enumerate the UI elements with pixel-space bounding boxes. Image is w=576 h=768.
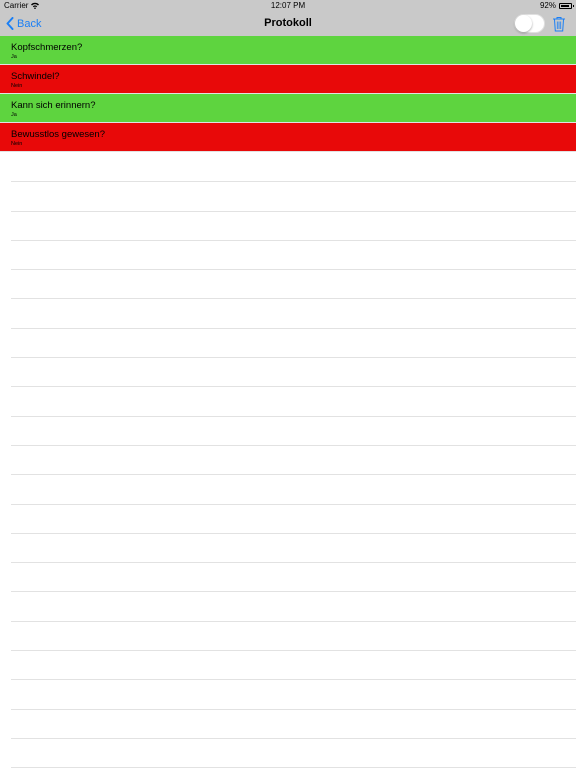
question-label: Kann sich erinnern? (11, 100, 96, 111)
battery-status: 92% (539, 1, 574, 10)
trash-icon[interactable] (552, 16, 566, 32)
empty-row (11, 592, 576, 622)
battery-percent: 92% (539, 1, 556, 10)
list-item[interactable]: Bewusstlos gewesen? Nein (0, 123, 576, 152)
list-item[interactable]: Kann sich erinnern? Ja (0, 94, 576, 123)
empty-row (11, 417, 576, 446)
empty-row (11, 387, 576, 417)
empty-row (11, 475, 576, 505)
empty-row (11, 563, 576, 593)
battery-icon (559, 2, 574, 9)
empty-row (11, 534, 576, 564)
empty-row (11, 241, 576, 271)
edit-toggle[interactable] (514, 14, 545, 33)
empty-row (11, 153, 576, 183)
answer-label: Nein (11, 83, 23, 89)
page-title: Protokoll (264, 17, 312, 29)
empty-list-area (0, 153, 576, 768)
list-item[interactable]: Kopfschmerzen? Ja (0, 36, 576, 65)
empty-row (11, 182, 576, 212)
empty-row (11, 212, 576, 241)
answer-label: Ja (11, 54, 17, 60)
question-label: Schwindel? (11, 71, 60, 82)
protocol-list: Kopfschmerzen? Ja Schwindel? Nein Kann s… (0, 36, 576, 152)
empty-row (11, 505, 576, 534)
clock: 12:07 PM (270, 1, 306, 10)
empty-row (11, 651, 576, 681)
navigation-bar: Back Protokoll (0, 11, 576, 36)
empty-row (11, 710, 576, 739)
question-label: Bewusstlos gewesen? (11, 129, 105, 140)
status-bar: Carrier 12:07 PM 92% (0, 0, 576, 11)
answer-label: Ja (11, 112, 17, 118)
question-label: Kopfschmerzen? (11, 42, 83, 53)
empty-row (11, 622, 576, 652)
empty-row (11, 446, 576, 476)
empty-row (11, 329, 576, 359)
answer-label: Nein (11, 141, 23, 147)
empty-row (11, 739, 576, 768)
battery-fill (561, 4, 570, 7)
list-item[interactable]: Schwindel? Nein (0, 65, 576, 94)
empty-row (11, 270, 576, 300)
empty-row (11, 358, 576, 388)
empty-row (11, 299, 576, 329)
toggle-knob (515, 15, 532, 32)
empty-row (11, 680, 576, 710)
